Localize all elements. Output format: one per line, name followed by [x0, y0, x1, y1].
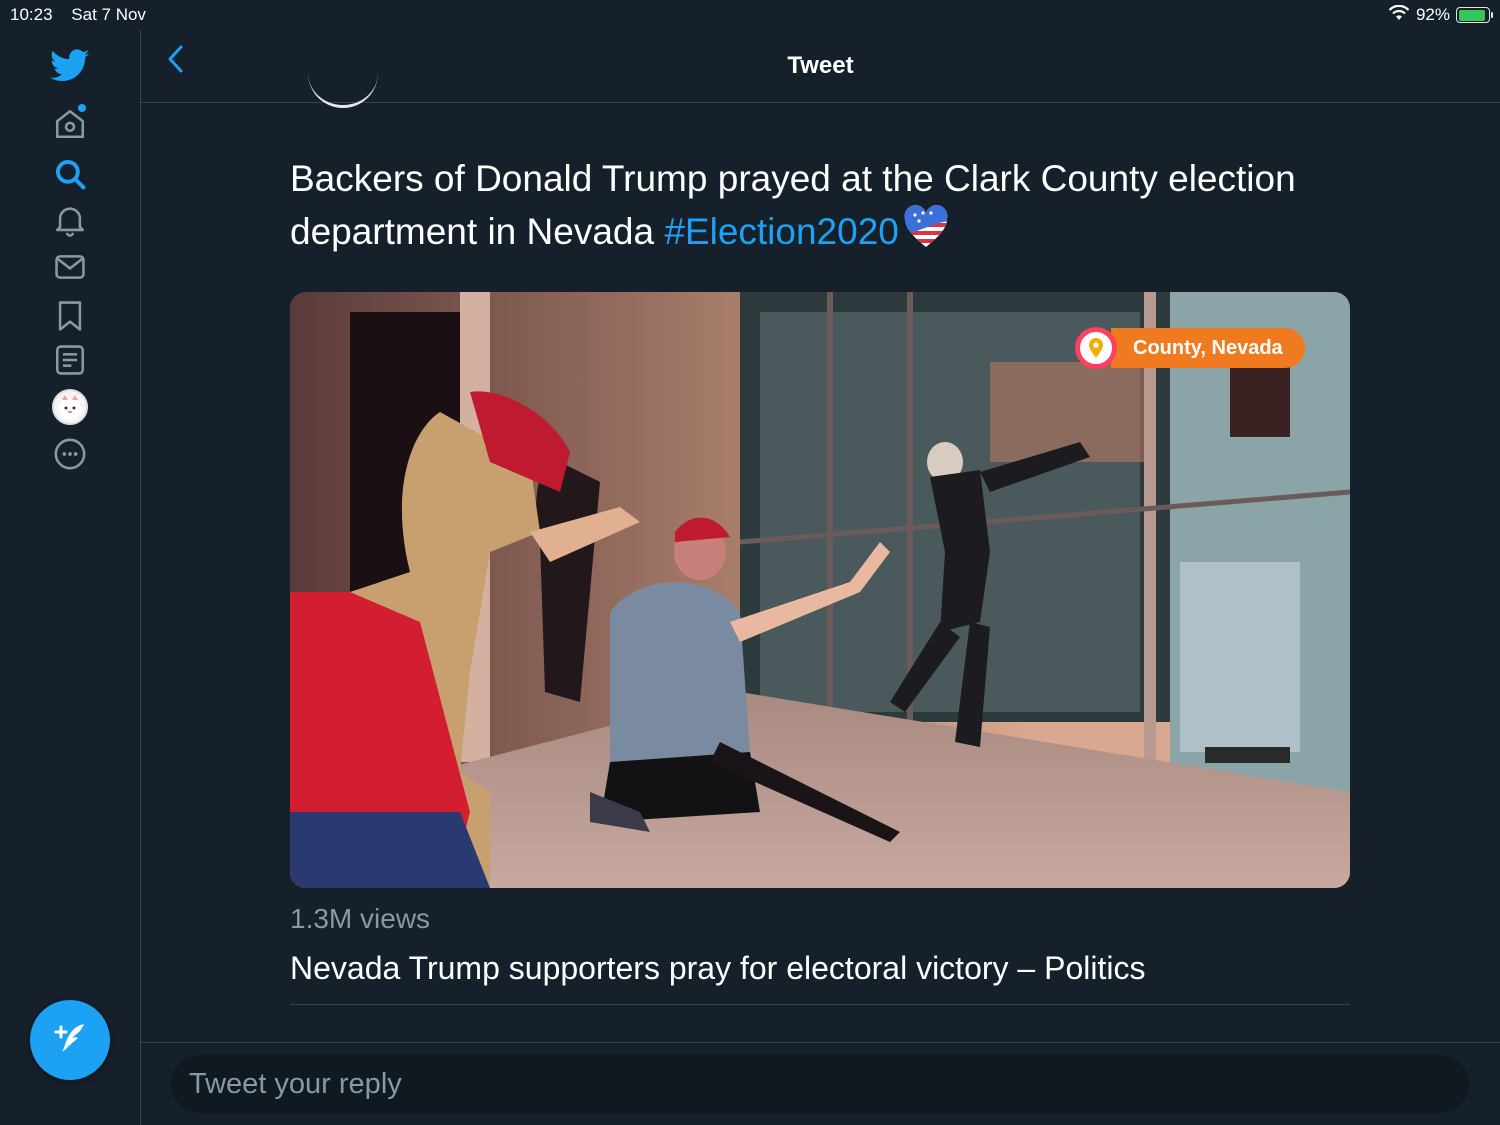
reply-bar: [141, 1042, 1500, 1125]
divider: [290, 1004, 1350, 1005]
us-flag-heart-icon: [903, 205, 949, 263]
location-sticker: County, Nevada: [1075, 327, 1305, 369]
status-time: 10:23: [10, 5, 53, 24]
notification-dot: [78, 104, 86, 112]
home-icon[interactable]: [50, 104, 90, 144]
sidebar: [0, 30, 141, 1125]
search-icon[interactable]: [50, 154, 90, 194]
location-pin-icon: [1075, 327, 1117, 369]
mail-icon[interactable]: [50, 247, 90, 287]
location-label: County, Nevada: [1111, 328, 1305, 368]
view-count: 1.3M views: [290, 903, 431, 934]
list-icon[interactable]: [50, 340, 90, 380]
more-icon[interactable]: [50, 434, 90, 474]
battery-icon: [1456, 7, 1493, 23]
compose-tweet-button[interactable]: [30, 1000, 110, 1080]
status-date: Sat 7 Nov: [71, 5, 146, 24]
bookmark-icon[interactable]: [50, 296, 90, 336]
media-source-title[interactable]: Nevada Trump supporters pray for elector…: [290, 950, 1145, 987]
bell-icon[interactable]: [50, 200, 90, 240]
status-bar: 10:23 Sat 7 Nov 92%: [0, 0, 1500, 30]
reply-input[interactable]: [171, 1055, 1469, 1113]
battery-percent: 92%: [1415, 5, 1450, 24]
tweet-text: Backers of Donald Trump prayed at the Cl…: [290, 152, 1360, 263]
compose-tweet-icon: [50, 1018, 90, 1063]
tweet-video[interactable]: [290, 292, 1350, 888]
video-frame: [290, 292, 1350, 888]
wifi-icon: [1388, 4, 1410, 26]
hashtag-link[interactable]: #Election2020: [664, 211, 899, 252]
profile-avatar[interactable]: [50, 387, 90, 427]
twitter-bird-icon[interactable]: [50, 46, 90, 86]
